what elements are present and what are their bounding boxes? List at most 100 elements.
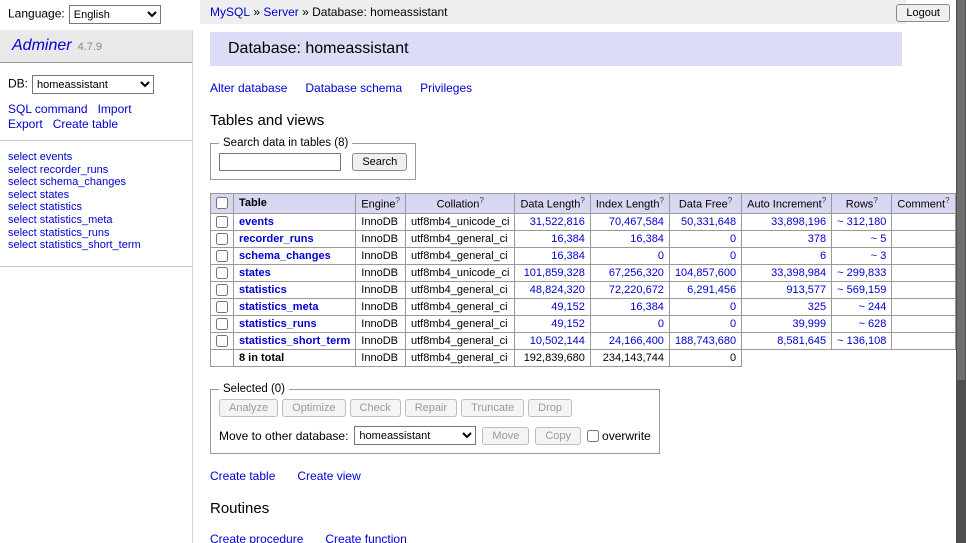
rows-link-statistics_short_term[interactable]: ~ 136,108 [837, 335, 886, 347]
rows-link-statistics_meta[interactable]: ~ 244 [859, 301, 887, 313]
analyze-button[interactable]: Analyze [219, 399, 278, 417]
alter-database-link[interactable]: Alter database [210, 81, 287, 95]
db-select[interactable]: homeassistant [32, 75, 154, 94]
create-function-link[interactable]: Create function [325, 532, 406, 543]
data-free-link-statistics[interactable]: 6,291,456 [687, 284, 736, 296]
rows-link-statistics[interactable]: ~ 569,159 [837, 284, 886, 296]
privileges-link[interactable]: Privileges [420, 81, 472, 95]
row-checkbox-schema_changes[interactable] [216, 250, 228, 262]
auto-increment-link-events[interactable]: 33,898,196 [771, 216, 826, 228]
move-database-select[interactable]: homeassistant [354, 426, 476, 445]
data-length-link-states[interactable]: 101,859,328 [524, 267, 585, 279]
data-free-link-statistics_runs[interactable]: 0 [730, 318, 736, 330]
row-checkbox-statistics[interactable] [216, 284, 228, 296]
table-link-recorder_runs[interactable]: recorder_runs [239, 233, 314, 245]
auto-increment-link-schema_changes[interactable]: 6 [820, 250, 826, 262]
auto-increment-link-statistics_meta[interactable]: 325 [808, 301, 826, 313]
sidebar-item-select-statistics_runs[interactable]: select statistics_runs [8, 227, 109, 239]
export-link[interactable]: Export [8, 117, 43, 131]
index-length-link-statistics_runs[interactable]: 0 [658, 318, 664, 330]
data-length-link-recorder_runs[interactable]: 16,384 [551, 233, 585, 245]
sql-command-link[interactable]: SQL command [8, 102, 88, 116]
sidebar-item-select-states[interactable]: select states [8, 189, 69, 201]
scrollbar-thumb[interactable] [957, 0, 965, 380]
table-link-statistics_runs[interactable]: statistics_runs [239, 318, 317, 330]
table-link-statistics[interactable]: statistics [239, 284, 287, 296]
table-link-states[interactable]: states [239, 267, 271, 279]
search-input[interactable] [219, 153, 341, 171]
sidebar-item-select-statistics_short_term[interactable]: select statistics_short_term [8, 239, 141, 251]
auto-increment-link-statistics[interactable]: 913,577 [786, 284, 826, 296]
help-link-engine[interactable]: ? [396, 196, 400, 205]
app-name-link[interactable]: Adminer [12, 37, 72, 54]
database-schema-link[interactable]: Database schema [305, 81, 402, 95]
table-link-statistics_short_term[interactable]: statistics_short_term [239, 335, 350, 347]
data-free-link-recorder_runs[interactable]: 0 [730, 233, 736, 245]
row-checkbox-statistics_short_term[interactable] [216, 335, 228, 347]
help-link-auto-increment[interactable]: ? [822, 196, 826, 205]
index-length-link-statistics_meta[interactable]: 16,384 [630, 301, 664, 313]
select-all-checkbox[interactable] [216, 197, 228, 209]
index-length-link-recorder_runs[interactable]: 16,384 [630, 233, 664, 245]
data-length-link-statistics_runs[interactable]: 49,152 [551, 318, 585, 330]
data-length-link-statistics_short_term[interactable]: 10,502,144 [530, 335, 585, 347]
create-table-link[interactable]: Create table [53, 117, 118, 131]
data-length-link-schema_changes[interactable]: 16,384 [551, 250, 585, 262]
row-checkbox-recorder_runs[interactable] [216, 233, 228, 245]
vertical-scrollbar[interactable] [956, 0, 966, 543]
breadcrumb-server-link[interactable]: Server [263, 5, 298, 19]
data-free-link-events[interactable]: 50,331,648 [681, 216, 736, 228]
drop-button[interactable]: Drop [528, 399, 572, 417]
index-length-link-states[interactable]: 67,256,320 [609, 267, 664, 279]
auto-increment-link-recorder_runs[interactable]: 378 [808, 233, 826, 245]
auto-increment-link-statistics_short_term[interactable]: 8,581,645 [777, 335, 826, 347]
table-link-statistics_meta[interactable]: statistics_meta [239, 301, 319, 313]
help-link-rows[interactable]: ? [873, 196, 877, 205]
row-checkbox-statistics_meta[interactable] [216, 301, 228, 313]
create-view-link[interactable]: Create view [297, 469, 360, 483]
data-length-link-statistics[interactable]: 48,824,320 [530, 284, 585, 296]
help-link-data-free[interactable]: ? [728, 196, 732, 205]
repair-button[interactable]: Repair [405, 399, 457, 417]
copy-button[interactable]: Copy [535, 427, 581, 445]
row-checkbox-states[interactable] [216, 267, 228, 279]
create-procedure-link[interactable]: Create procedure [210, 532, 303, 543]
help-link-index-length[interactable]: ? [659, 196, 663, 205]
row-checkbox-events[interactable] [216, 216, 228, 228]
auto-increment-link-statistics_runs[interactable]: 39,999 [793, 318, 827, 330]
move-button[interactable]: Move [482, 427, 529, 445]
sidebar-item-select-statistics[interactable]: select statistics [8, 201, 82, 213]
data-length-link-statistics_meta[interactable]: 49,152 [551, 301, 585, 313]
sidebar-item-select-recorder_runs[interactable]: select recorder_runs [8, 164, 108, 176]
language-select[interactable]: English [69, 5, 161, 24]
data-length-link-events[interactable]: 31,522,816 [530, 216, 585, 228]
index-length-link-events[interactable]: 70,467,584 [609, 216, 664, 228]
table-link-schema_changes[interactable]: schema_changes [239, 250, 331, 262]
auto-increment-link-states[interactable]: 33,398,984 [771, 267, 826, 279]
row-checkbox-statistics_runs[interactable] [216, 318, 228, 330]
truncate-button[interactable]: Truncate [461, 399, 524, 417]
index-length-link-schema_changes[interactable]: 0 [658, 250, 664, 262]
overwrite-checkbox[interactable] [587, 430, 599, 442]
sidebar-item-select-events[interactable]: select events [8, 151, 72, 163]
data-free-link-statistics_short_term[interactable]: 188,743,680 [675, 335, 736, 347]
search-button[interactable]: Search [352, 153, 407, 171]
logout-button[interactable]: Logout [896, 4, 950, 22]
data-free-link-states[interactable]: 104,857,600 [675, 267, 736, 279]
data-free-link-schema_changes[interactable]: 0 [730, 250, 736, 262]
rows-link-states[interactable]: ~ 299,833 [837, 267, 886, 279]
rows-link-statistics_runs[interactable]: ~ 628 [859, 318, 887, 330]
sidebar-item-select-schema_changes[interactable]: select schema_changes [8, 176, 126, 188]
table-link-events[interactable]: events [239, 216, 274, 228]
create-table-link-main[interactable]: Create table [210, 469, 275, 483]
import-link[interactable]: Import [98, 102, 132, 116]
rows-link-schema_changes[interactable]: ~ 3 [871, 250, 887, 262]
index-length-link-statistics[interactable]: 72,220,672 [609, 284, 664, 296]
breadcrumb-mysql-link[interactable]: MySQL [210, 5, 250, 19]
optimize-button[interactable]: Optimize [282, 399, 345, 417]
data-free-link-statistics_meta[interactable]: 0 [730, 301, 736, 313]
rows-link-events[interactable]: ~ 312,180 [837, 216, 886, 228]
rows-link-recorder_runs[interactable]: ~ 5 [871, 233, 887, 245]
sidebar-item-select-statistics_meta[interactable]: select statistics_meta [8, 214, 113, 226]
help-link-data-length[interactable]: ? [580, 196, 584, 205]
